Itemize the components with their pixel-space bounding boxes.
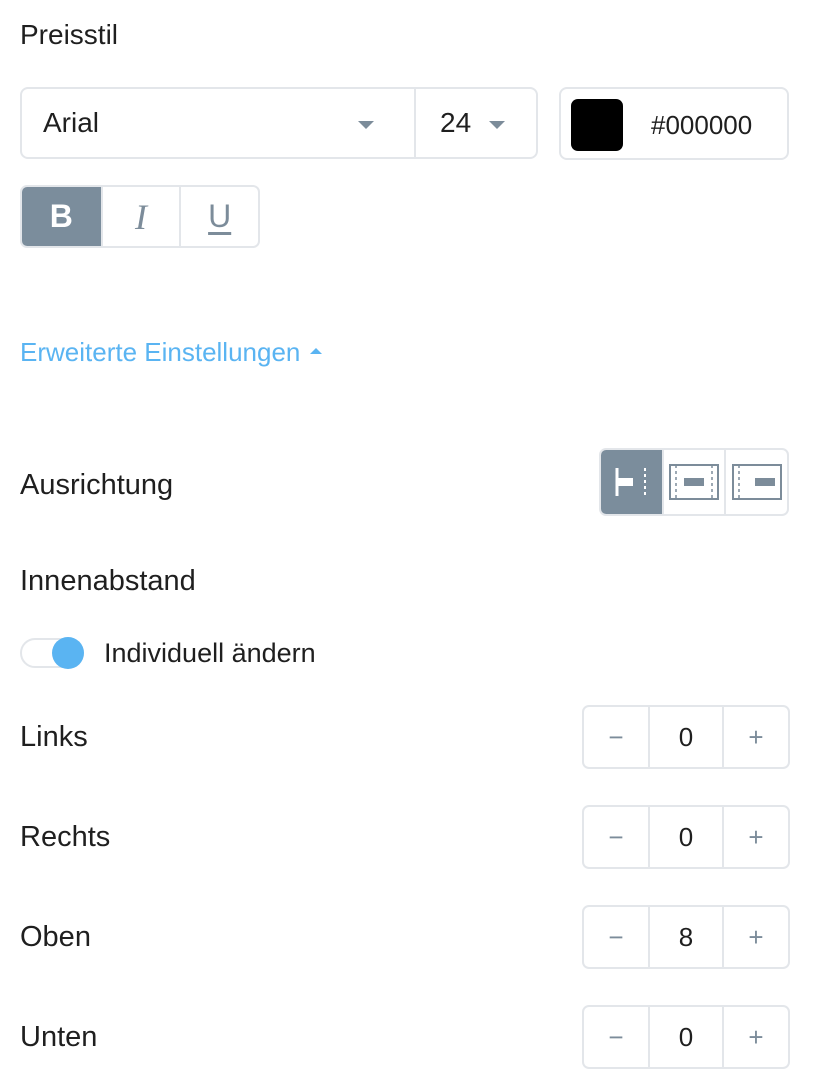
padding-top-label: Oben	[20, 921, 91, 953]
alignment-group	[599, 448, 789, 516]
text-style-group: B I U	[20, 185, 260, 248]
underline-icon: U	[208, 198, 232, 234]
increment-button[interactable]: +	[724, 1007, 788, 1067]
alignment-label: Ausrichtung	[20, 469, 174, 501]
color-hex-value: #000000	[651, 110, 753, 140]
italic-button[interactable]: I	[100, 187, 180, 246]
individual-padding-toggle[interactable]	[20, 637, 84, 669]
increment-button[interactable]: +	[724, 807, 788, 867]
padding-label: Innenabstand	[20, 565, 196, 597]
padding-right-label: Rechts	[20, 821, 111, 853]
padding-right-stepper: − 0 +	[582, 805, 790, 869]
decrement-button[interactable]: −	[584, 707, 648, 767]
advanced-settings-link[interactable]: Erweiterte Einstellungen	[20, 334, 323, 370]
font-select-group: Arial 24	[20, 87, 538, 159]
individual-padding-label: Individuell ändern	[104, 638, 316, 668]
bold-button[interactable]: B	[22, 187, 101, 246]
underline-button[interactable]: U	[179, 187, 258, 246]
chevron-down-icon	[358, 121, 374, 129]
chevron-down-icon	[489, 121, 505, 129]
advanced-settings-label: Erweiterte Einstellungen	[20, 337, 301, 367]
padding-left-value[interactable]: 0	[648, 707, 724, 767]
decrement-button[interactable]: −	[584, 907, 648, 967]
padding-left-stepper: − 0 +	[582, 705, 790, 769]
padding-right-value[interactable]: 0	[648, 807, 724, 867]
section-title: Preisstil	[20, 19, 119, 50]
toggle-knob	[52, 637, 84, 669]
align-left-icon	[615, 468, 647, 496]
padding-top-stepper: − 8 +	[582, 905, 790, 969]
chevron-up-icon	[310, 348, 323, 354]
decrement-button[interactable]: −	[584, 807, 648, 867]
align-center-icon	[669, 464, 719, 500]
padding-top-value[interactable]: 8	[648, 907, 724, 967]
padding-left-label: Links	[20, 721, 88, 753]
bold-icon: B	[49, 198, 73, 234]
italic-icon: I	[134, 196, 147, 237]
decrement-button[interactable]: −	[584, 1007, 648, 1067]
align-left-button[interactable]	[601, 450, 662, 514]
increment-button[interactable]: +	[724, 707, 788, 767]
padding-bottom-label: Unten	[20, 1021, 98, 1053]
padding-bottom-stepper: − 0 +	[582, 1005, 790, 1069]
align-right-icon	[731, 464, 782, 500]
increment-button[interactable]: +	[724, 907, 788, 967]
align-right-button[interactable]	[724, 450, 787, 514]
color-swatch[interactable]	[571, 99, 623, 151]
font-size-select[interactable]: 24	[416, 89, 536, 157]
align-center-button[interactable]	[661, 450, 725, 514]
font-size-value: 24	[440, 107, 472, 138]
color-picker[interactable]: #000000	[559, 87, 789, 160]
padding-bottom-value[interactable]: 0	[648, 1007, 724, 1067]
font-family-value: Arial	[43, 107, 100, 138]
font-family-select[interactable]: Arial	[22, 89, 416, 157]
